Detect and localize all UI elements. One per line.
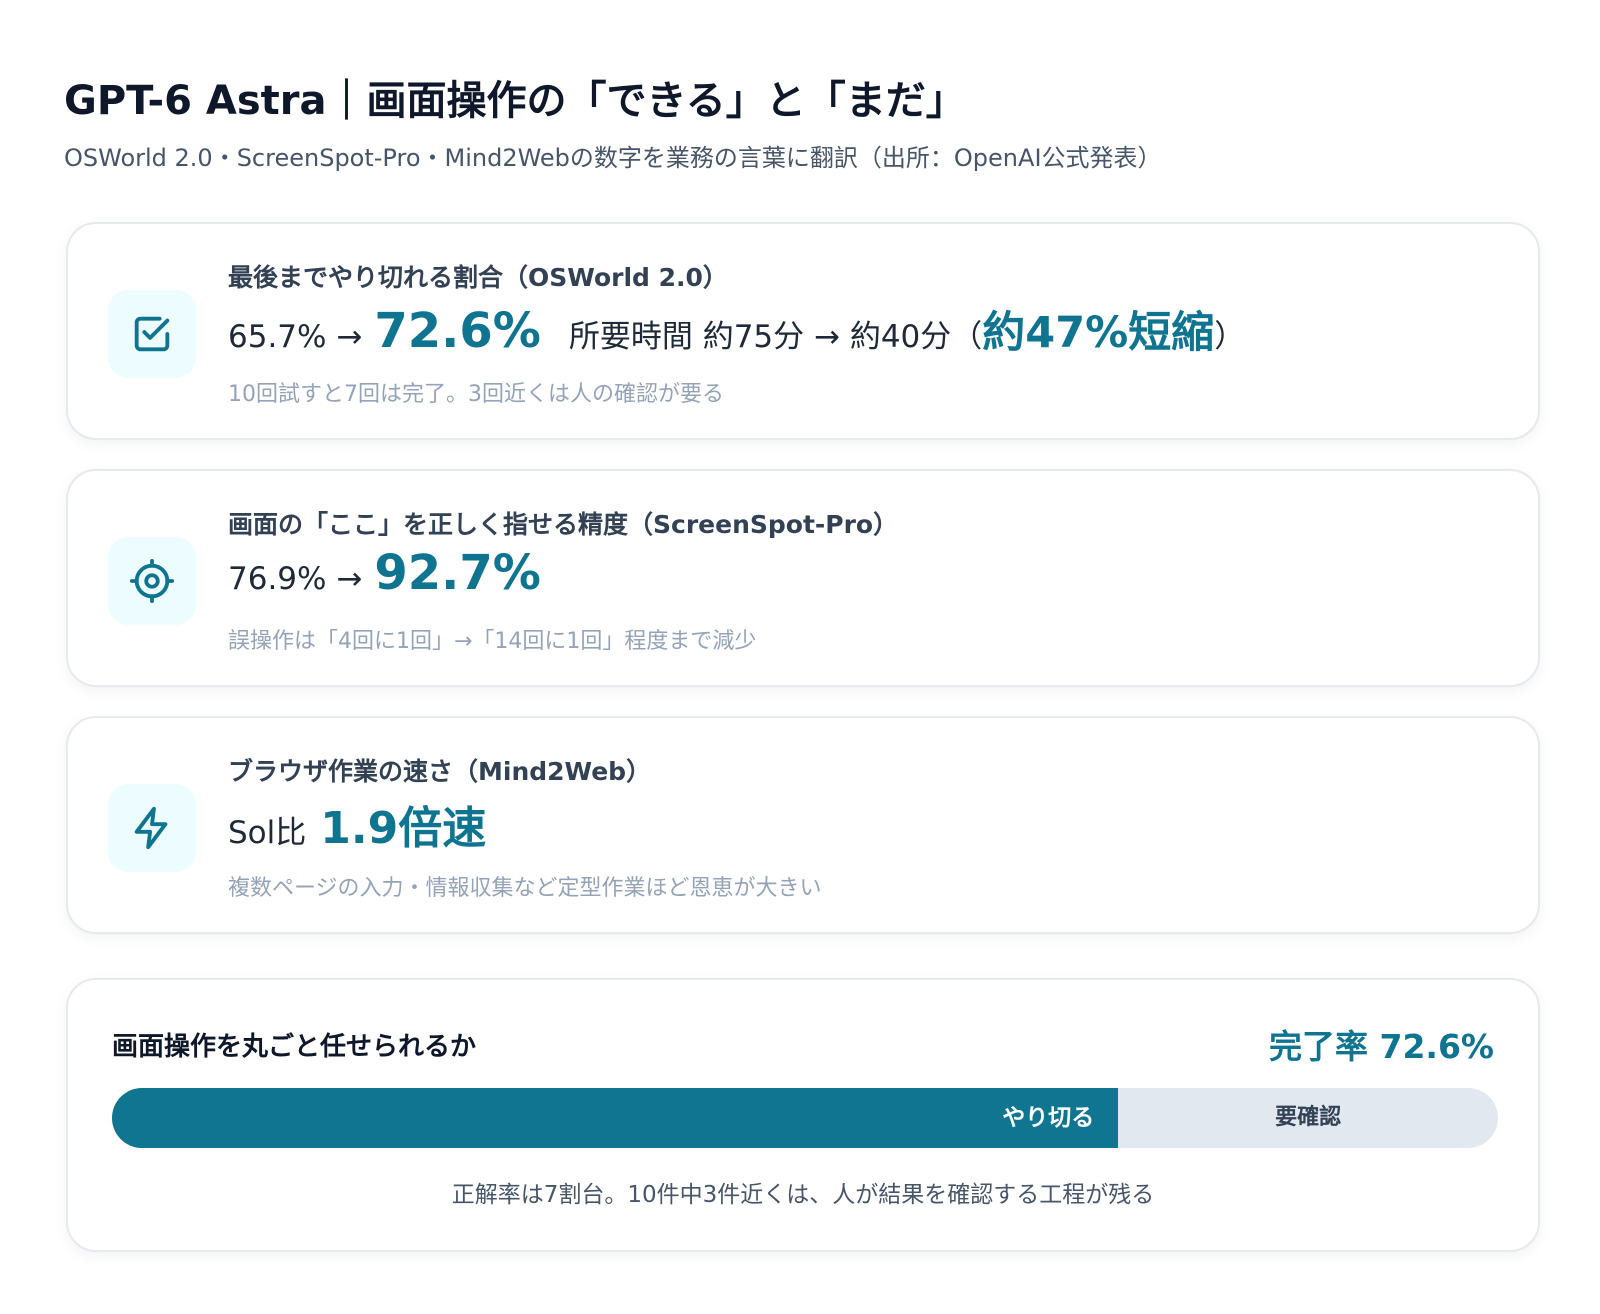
metric-time: 所要時間 約75分 → 約40分（ [568, 319, 983, 355]
completion-bar-fill: やり切る [112, 1088, 1119, 1148]
metric-note: 複数ページの入力・情報収集など定型作業ほど恩恵が大きい [228, 876, 822, 901]
page-title: GPT-6 Astra｜画面操作の「できる」と「まだ」 [64, 78, 966, 124]
completion-bar: やり切る 要確認 [112, 1088, 1498, 1148]
metric-label: 最後までやり切れる割合（OSWorld 2.0） [228, 263, 728, 292]
metric-card-osworld: 最後までやり切れる割合（OSWorld 2.0） 65.7% → 72.6% 所… [66, 222, 1540, 440]
summary-title: 画面操作を丸ごと任せられるか [112, 1032, 477, 1062]
metric-note: 10回試すと7回は完了。3回近くは人の確認が要る [228, 382, 724, 407]
metric-after: 1.9倍速 [320, 803, 487, 854]
metric-card-mind2web: ブラウザ作業の速さ（Mind2Web） Sol比 1.9倍速 複数ページの入力・… [66, 716, 1540, 934]
metric-time-highlight: 約47%短縮 [982, 308, 1215, 358]
summary-note: 正解率は7割台。10件中3件近くは、人が結果を確認する工程が残る [451, 1182, 1155, 1208]
metric-note: 誤操作は「4回に1回」→「14回に1回」程度まで減少 [228, 629, 757, 654]
done-label: やり切る [1002, 1105, 1095, 1131]
completion-rate: 完了率 72.6% [1269, 1027, 1494, 1066]
target-icon [108, 537, 196, 625]
metric-values: 65.7% → 72.6% 所要時間 約75分 → 約40分（ 約47%短縮 ） [228, 298, 1245, 364]
lightning-icon [108, 784, 196, 872]
metric-before: 65.7% → [228, 319, 363, 355]
completion-summary-card: 画面操作を丸ごと任せられるか 完了率 72.6% やり切る 要確認 正解率は7割… [66, 978, 1540, 1252]
metric-after: 92.7% [374, 545, 541, 601]
metric-before: 76.9% → [228, 561, 363, 597]
metric-after: 72.6% [374, 303, 541, 359]
metric-label: 画面の「ここ」を正しく指せる精度（ScreenSpot-Pro） [228, 510, 899, 539]
metric-values: Sol比 1.9倍速 [228, 792, 486, 858]
needs-review-label: 要確認 [1275, 1105, 1342, 1130]
metric-label: ブラウザ作業の速さ（Mind2Web） [228, 757, 652, 786]
metric-values: 76.9% → 92.7% [228, 545, 541, 611]
checkbox-icon [108, 290, 196, 378]
metric-time-close: ） [1214, 319, 1246, 355]
metric-before: Sol比 [228, 815, 307, 851]
page-subtitle: OSWorld 2.0・ScreenSpot-Pro・Mind2Webの数字を業… [64, 144, 1162, 172]
metric-card-screenspot: 画面の「ここ」を正しく指せる精度（ScreenSpot-Pro） 76.9% →… [66, 469, 1540, 687]
